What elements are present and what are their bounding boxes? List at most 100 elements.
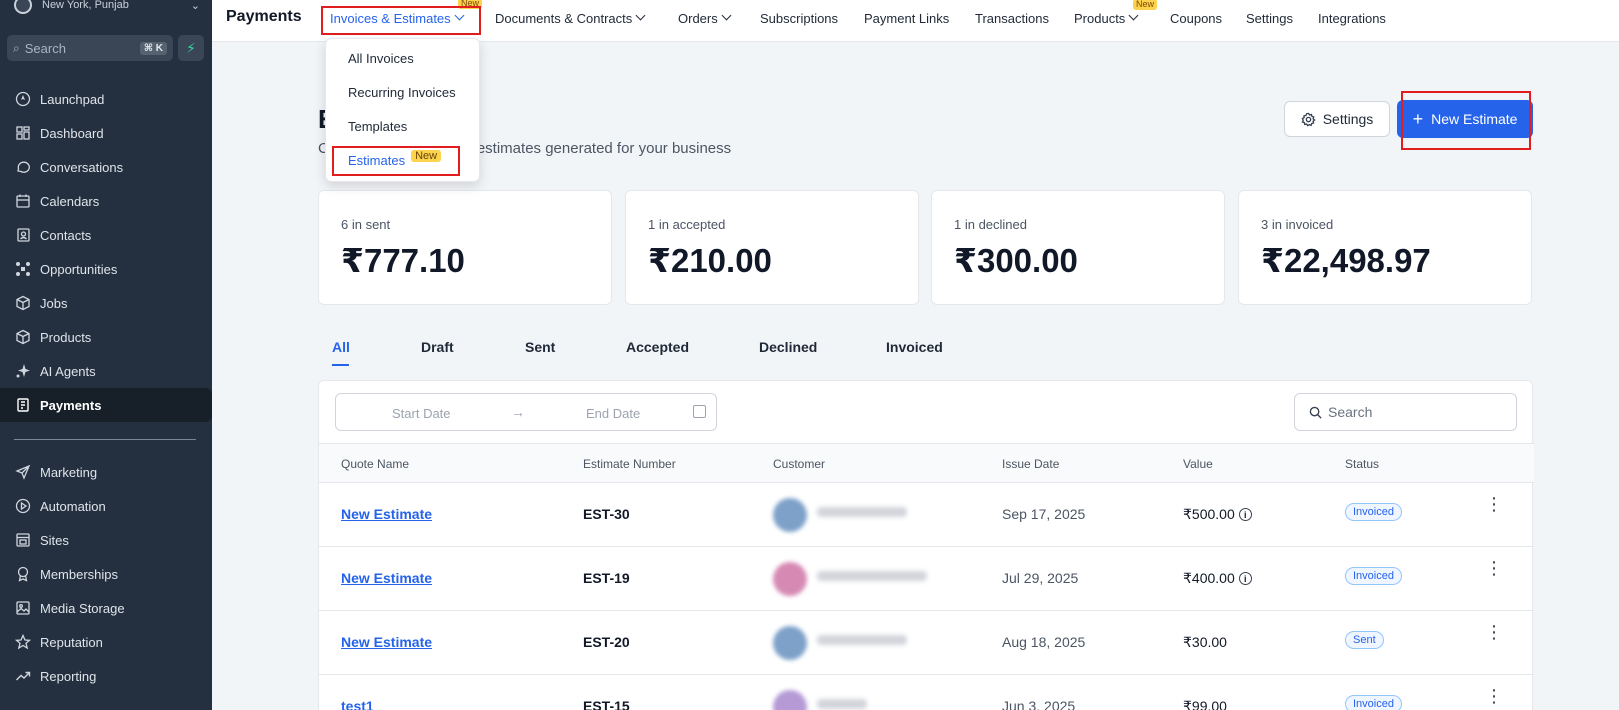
quote-name-link[interactable]: New Estimate — [341, 570, 432, 586]
value-cell: ₹30.00 — [1183, 634, 1227, 651]
shortcut-hint: ⌘ K — [139, 41, 167, 55]
avatar — [773, 690, 807, 710]
date-range-picker[interactable]: Start Date → End Date — [335, 393, 717, 431]
sidebar-item-media-storage[interactable]: Media Storage — [0, 591, 212, 625]
customer-name-blurred — [817, 507, 907, 517]
table-row[interactable]: New Estimate EST-30 Sep 17, 2025 ₹500.00… — [319, 483, 1534, 547]
avatar — [773, 498, 807, 532]
tab-label: Coupons — [1170, 11, 1223, 26]
column-header[interactable]: Value — [1183, 457, 1213, 471]
stat-label: 6 in sent — [341, 217, 391, 232]
value-cell: ₹400.00 i — [1183, 570, 1252, 587]
more-options-icon[interactable]: ⋮ — [1485, 495, 1503, 513]
sidebar-item-conversations[interactable]: Conversations — [0, 150, 212, 184]
more-options-icon[interactable]: ⋮ — [1485, 623, 1503, 641]
sidebar-item-reporting[interactable]: Reporting — [0, 659, 212, 693]
tab-orders[interactable]: Orders — [678, 10, 732, 26]
customer-name-blurred — [817, 699, 867, 709]
image-icon — [14, 599, 32, 617]
tab-declined[interactable]: Declined — [759, 339, 817, 355]
sidebar-item-opportunities[interactable]: Opportunities — [0, 252, 212, 286]
tab-settings[interactable]: Settings — [1246, 11, 1293, 26]
status-badge: Invoiced — [1345, 567, 1402, 585]
sidebar-divider — [14, 439, 196, 440]
tab-label: Subscriptions — [760, 11, 839, 26]
sidebar-item-payments[interactable]: Payments — [0, 388, 212, 422]
quote-name-link[interactable]: New Estimate — [341, 634, 432, 650]
tab-products[interactable]: Products — [1074, 10, 1139, 26]
settings-button[interactable]: Settings — [1284, 101, 1390, 137]
star-icon — [14, 633, 32, 651]
quote-name-link[interactable]: test1 — [341, 698, 374, 710]
sidebar-search[interactable]: ⌕ Search ⌘ K — [7, 35, 173, 61]
sidebar-item-ai-agents[interactable]: AI Agents — [0, 354, 212, 388]
sidebar-item-label: Memberships — [40, 566, 119, 582]
tab-accepted[interactable]: Accepted — [626, 339, 689, 355]
column-header[interactable]: Customer — [773, 457, 825, 471]
grid-icon — [14, 124, 32, 142]
tab-all[interactable]: All — [332, 339, 350, 355]
info-icon[interactable]: i — [1238, 508, 1252, 521]
table-row[interactable]: New Estimate EST-20 Aug 18, 2025 ₹30.00 … — [319, 611, 1534, 675]
stat-label: 1 in declined — [954, 217, 1027, 232]
more-options-icon[interactable]: ⋮ — [1485, 559, 1503, 577]
quick-action-bolt-icon[interactable]: ⚡ — [178, 35, 204, 61]
stat-card-invoiced: 3 in invoiced ₹22,498.97 — [1238, 190, 1532, 305]
tab-label: Orders — [678, 11, 718, 26]
menu-item-templates[interactable]: Templates — [348, 119, 407, 134]
end-date-input[interactable]: End Date — [586, 406, 640, 421]
location-switcher[interactable]: New York, Punjab ⌄ — [14, 0, 200, 16]
stat-value: ₹300.00 — [954, 242, 1078, 279]
customer-name-blurred — [817, 571, 927, 581]
sidebar-item-automation[interactable]: Automation — [0, 489, 212, 523]
tab-draft[interactable]: Draft — [421, 339, 454, 355]
sidebar-item-sites[interactable]: Sites — [0, 523, 212, 557]
menu-item-recurring-invoices[interactable]: Recurring Invoices — [348, 85, 456, 100]
value-cell: ₹99.00 — [1183, 698, 1227, 710]
table-row[interactable]: test1 EST-15 Jun 3, 2025 ₹99.00 Invoiced… — [319, 675, 1534, 710]
page-subtitle-text: estimates generated for your business — [476, 140, 732, 157]
tab-label: Integrations — [1318, 11, 1386, 26]
sidebar-item-marketing[interactable]: Marketing — [0, 455, 212, 489]
tab-transactions[interactable]: Transactions — [975, 11, 1049, 26]
sidebar-item-products[interactable]: Products — [0, 320, 212, 354]
award-icon — [14, 565, 32, 583]
tab-coupons[interactable]: Coupons — [1170, 11, 1222, 26]
sidebar-item-calendars[interactable]: Calendars — [0, 184, 212, 218]
tab-subscriptions[interactable]: Subscriptions — [760, 11, 838, 26]
sidebar-item-contacts[interactable]: Contacts — [0, 218, 212, 252]
start-date-input[interactable]: Start Date — [392, 406, 451, 421]
opportunities-icon — [14, 260, 32, 278]
quote-name-link[interactable]: New Estimate — [341, 506, 432, 522]
sidebar-item-launchpad[interactable]: Launchpad — [0, 82, 212, 116]
status-badge: Invoiced — [1345, 503, 1402, 521]
menu-item-all-invoices[interactable]: All Invoices — [348, 51, 414, 66]
sidebar-item-reputation[interactable]: Reputation — [0, 625, 212, 659]
column-header[interactable]: Quote Name — [341, 457, 409, 471]
table-row[interactable]: New Estimate EST-19 Jul 29, 2025 ₹400.00… — [319, 547, 1534, 611]
issue-date: Jul 29, 2025 — [1002, 570, 1079, 586]
tab-label: Settings — [1246, 11, 1293, 26]
tab-documents-contracts[interactable]: Documents & Contracts — [495, 10, 646, 26]
sidebar-item-label: Dashboard — [40, 125, 104, 141]
chevron-down-icon — [1128, 10, 1139, 21]
tab-label: Transactions — [975, 11, 1049, 26]
sidebar-item-memberships[interactable]: Memberships — [0, 557, 212, 591]
info-icon[interactable]: i — [1238, 572, 1252, 585]
sidebar-item-label: Marketing — [40, 464, 98, 480]
column-header[interactable]: Estimate Number — [583, 457, 676, 471]
more-options-icon[interactable]: ⋮ — [1485, 687, 1503, 705]
tab-sent[interactable]: Sent — [525, 339, 555, 355]
active-tab-indicator — [332, 364, 349, 366]
tab-payment-links[interactable]: Payment Links — [864, 11, 949, 26]
table-search-input[interactable]: Search — [1294, 393, 1517, 431]
tab-invoiced[interactable]: Invoiced — [886, 339, 943, 355]
sidebar: New York, Punjab ⌄ ⌕ Search ⌘ K ⚡ Launch… — [0, 0, 212, 710]
sidebar-item-jobs[interactable]: Jobs — [0, 286, 212, 320]
box-icon — [14, 294, 32, 312]
column-header[interactable]: Status — [1345, 457, 1379, 471]
avatar — [773, 626, 807, 660]
tab-integrations[interactable]: Integrations — [1318, 11, 1386, 26]
column-header[interactable]: Issue Date — [1002, 457, 1059, 471]
sidebar-item-dashboard[interactable]: Dashboard — [0, 116, 212, 150]
